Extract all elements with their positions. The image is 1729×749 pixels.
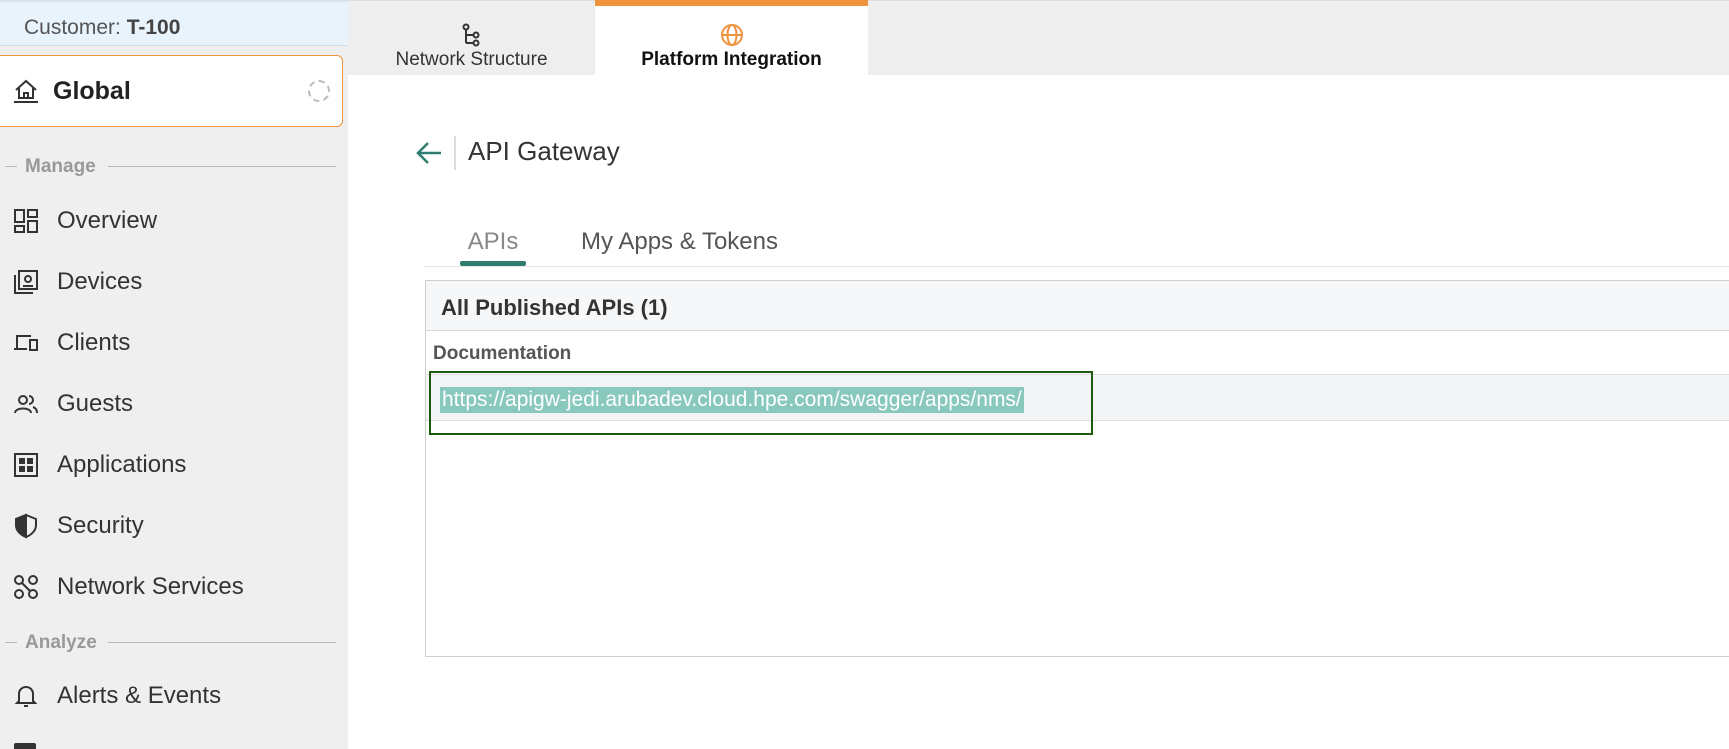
- top-tab-bar: Network Structure Platform Integration: [348, 0, 1729, 76]
- grid-icon: [13, 208, 39, 234]
- sidebar-item-network-services[interactable]: Network Services: [0, 562, 348, 612]
- tab-label: Platform Integration: [641, 49, 822, 70]
- customer-bar[interactable]: Customer: T-100: [0, 0, 348, 46]
- page-title: API Gateway: [468, 136, 620, 166]
- sidebar-item-guests[interactable]: Guests: [0, 379, 348, 429]
- sidebar-item-label: Guests: [57, 390, 134, 417]
- scope-label: Global: [53, 77, 131, 105]
- tab-platform-integration[interactable]: Platform Integration: [595, 0, 868, 76]
- tab-apis[interactable]: APIs: [460, 228, 526, 266]
- globe-icon: [720, 23, 744, 47]
- sidebar-item-label: Network Services: [57, 573, 244, 600]
- sidebar-item-label: Overview: [57, 207, 158, 234]
- back-arrow-icon[interactable]: [415, 140, 443, 166]
- section-manage-label: Manage: [25, 156, 96, 177]
- sidebar-item-overview[interactable]: Overview: [0, 196, 348, 246]
- customer-label: Customer:: [24, 16, 121, 39]
- panel-header: All Published APIs (1): [426, 281, 1729, 331]
- sidebar-item-alerts-events[interactable]: Alerts & Events: [0, 671, 348, 721]
- sidebar-item-label: Alerts & Events: [57, 682, 222, 709]
- scope-selector[interactable]: Global: [0, 55, 343, 127]
- section-analyze-label: Analyze: [25, 632, 97, 653]
- network-services-icon: [13, 574, 39, 600]
- tab-my-apps-tokens[interactable]: My Apps & Tokens: [581, 228, 778, 256]
- shield-icon: [13, 513, 39, 539]
- sidebar-item-partial[interactable]: [0, 735, 348, 749]
- sidebar-item-security[interactable]: Security: [0, 501, 348, 551]
- home-network-icon: [12, 77, 40, 105]
- section-manage: Manage: [0, 156, 336, 177]
- tab-label: APIs: [467, 228, 519, 255]
- tab-network-structure[interactable]: Network Structure: [348, 1, 595, 76]
- loading-spinner-icon: [308, 80, 330, 102]
- tabs-divider: [424, 266, 1729, 267]
- published-apis-panel: All Published APIs (1) Documentation htt…: [425, 280, 1729, 657]
- section-analyze: Analyze: [0, 632, 336, 653]
- sidebar-item-label: Devices: [57, 268, 143, 295]
- documentation-link[interactable]: https://apigw-jedi.arubadev.cloud.hpe.co…: [440, 387, 1024, 413]
- clients-icon: [13, 330, 39, 356]
- tab-label: Network Structure: [395, 49, 548, 70]
- sidebar: Customer: T-100 Global Manage Overview D…: [0, 0, 348, 749]
- devices-icon: [13, 269, 39, 295]
- sidebar-item-applications[interactable]: Applications: [0, 440, 348, 490]
- applications-icon: [13, 452, 39, 478]
- sidebar-item-label: Clients: [57, 329, 131, 356]
- partial-icon: [14, 743, 36, 749]
- sidebar-item-devices[interactable]: Devices: [0, 257, 348, 307]
- guests-icon: [13, 391, 39, 417]
- sidebar-item-label: Security: [57, 512, 144, 539]
- sidebar-item-clients[interactable]: Clients: [0, 318, 348, 368]
- panel-title: All Published APIs (1): [441, 295, 668, 320]
- bell-icon: [13, 683, 39, 709]
- title-divider: [454, 136, 456, 170]
- sidebar-item-label: Applications: [57, 451, 187, 478]
- column-header-documentation: Documentation: [433, 343, 572, 364]
- hierarchy-icon: [460, 23, 484, 47]
- customer-value: T-100: [126, 16, 181, 39]
